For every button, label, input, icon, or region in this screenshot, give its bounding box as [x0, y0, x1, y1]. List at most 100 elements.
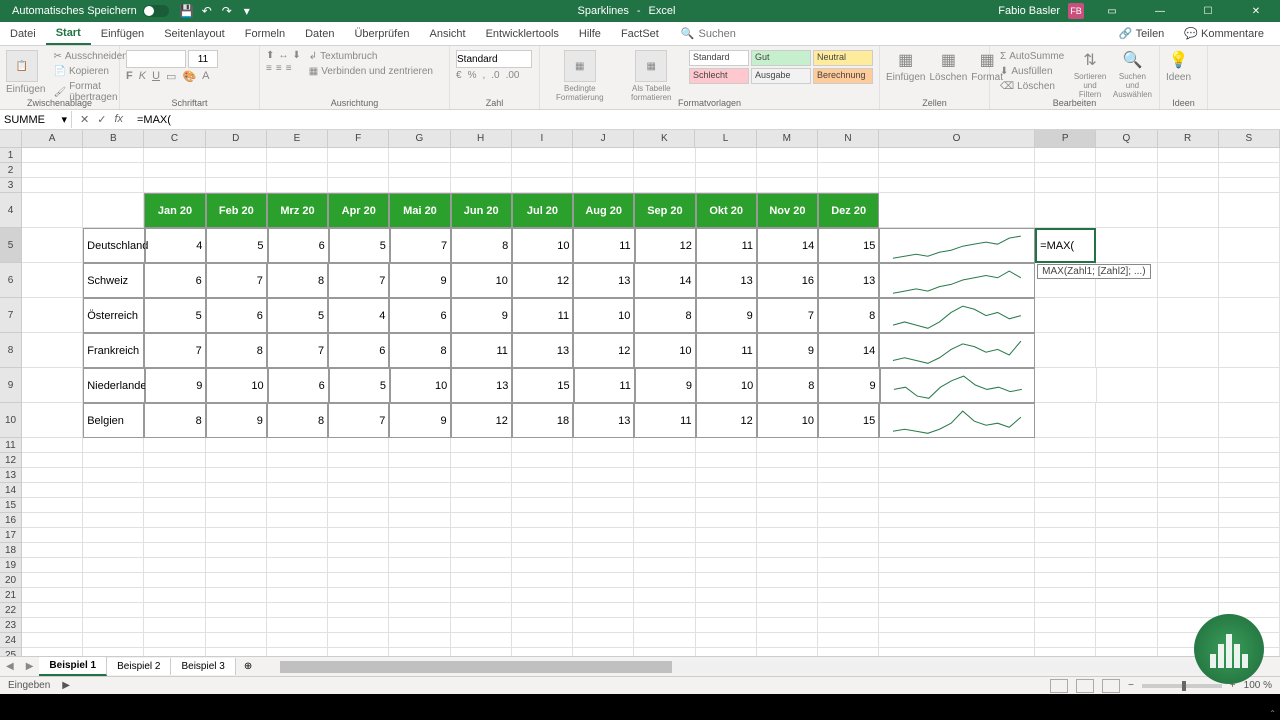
cell-E3[interactable] — [267, 178, 328, 193]
cell-J10[interactable]: 13 — [573, 403, 634, 438]
col-header-F[interactable]: F — [328, 130, 389, 147]
cell-N7[interactable]: 8 — [818, 298, 879, 333]
cell-B1[interactable] — [83, 148, 144, 163]
cell-C21[interactable] — [144, 588, 205, 603]
cell-C17[interactable] — [144, 528, 205, 543]
cell-B14[interactable] — [83, 483, 144, 498]
cell-F19[interactable] — [328, 558, 389, 573]
cell-M14[interactable] — [757, 483, 818, 498]
cell-B3[interactable] — [83, 178, 144, 193]
horizontal-scrollbar[interactable] — [280, 661, 1260, 673]
cell-O15[interactable] — [879, 498, 1035, 513]
minimize-icon[interactable]: — — [1140, 0, 1180, 22]
cell-E24[interactable] — [267, 633, 328, 648]
cell-G14[interactable] — [389, 483, 450, 498]
cell-S1[interactable] — [1219, 148, 1280, 163]
cell-B19[interactable] — [83, 558, 144, 573]
cell-N23[interactable] — [818, 618, 879, 633]
cell-N2[interactable] — [818, 163, 879, 178]
tab-hilfe[interactable]: Hilfe — [569, 24, 611, 44]
cell-O21[interactable] — [879, 588, 1035, 603]
cell-O22[interactable] — [879, 603, 1035, 618]
cell-P1[interactable] — [1035, 148, 1096, 163]
font-size-select[interactable] — [188, 50, 218, 68]
style-neutral[interactable]: Neutral — [813, 50, 873, 66]
cell-M7[interactable]: 7 — [757, 298, 818, 333]
cell-S19[interactable] — [1219, 558, 1280, 573]
align-top-icon[interactable]: ⬆ — [266, 50, 274, 61]
cell-O1[interactable] — [879, 148, 1035, 163]
cell-J23[interactable] — [573, 618, 634, 633]
cell-Q12[interactable] — [1096, 453, 1157, 468]
cell-G7[interactable]: 6 — [389, 298, 450, 333]
cell-Q11[interactable] — [1096, 438, 1157, 453]
cell-F21[interactable] — [328, 588, 389, 603]
col-header-K[interactable]: K — [634, 130, 695, 147]
cell-R8[interactable] — [1158, 333, 1219, 368]
cell-I13[interactable] — [512, 468, 573, 483]
cell-E16[interactable] — [267, 513, 328, 528]
cell-P13[interactable] — [1035, 468, 1096, 483]
cell-F18[interactable] — [328, 543, 389, 558]
row-header-16[interactable]: 16 — [0, 513, 21, 528]
clear-button[interactable]: ⌫ Löschen — [996, 80, 1068, 93]
cell-L23[interactable] — [696, 618, 757, 633]
cell-P9[interactable] — [1035, 368, 1096, 403]
cell-M5[interactable]: 14 — [757, 228, 818, 263]
cell-E23[interactable] — [267, 618, 328, 633]
cell-P18[interactable] — [1035, 543, 1096, 558]
cell-D4[interactable]: Feb 20 — [206, 193, 267, 228]
cell-H12[interactable] — [451, 453, 512, 468]
align-right-icon[interactable]: ≡ — [286, 63, 292, 74]
tab-seitenlayout[interactable]: Seitenlayout — [154, 24, 235, 44]
cell-G18[interactable] — [389, 543, 450, 558]
col-header-B[interactable]: B — [83, 130, 144, 147]
cell-I10[interactable]: 18 — [512, 403, 573, 438]
comma-icon[interactable]: , — [482, 70, 485, 81]
cell-E25[interactable] — [267, 648, 328, 656]
cell-F3[interactable] — [328, 178, 389, 193]
row-header-12[interactable]: 12 — [0, 453, 21, 468]
cell-H16[interactable] — [451, 513, 512, 528]
cell-C7[interactable]: 5 — [144, 298, 205, 333]
cell-B21[interactable] — [83, 588, 144, 603]
cell-J1[interactable] — [573, 148, 634, 163]
cell-K20[interactable] — [634, 573, 695, 588]
cell-O18[interactable] — [879, 543, 1035, 558]
cell-C25[interactable] — [144, 648, 205, 656]
style-gut[interactable]: Gut — [751, 50, 811, 66]
zoom-level[interactable]: 100 % — [1244, 680, 1272, 691]
cell-E6[interactable]: 8 — [267, 263, 328, 298]
cell-I2[interactable] — [512, 163, 573, 178]
add-sheet-button[interactable]: ⊕ — [236, 661, 260, 672]
cell-J24[interactable] — [573, 633, 634, 648]
font-select[interactable] — [126, 50, 186, 68]
cell-S2[interactable] — [1219, 163, 1280, 178]
row-header-20[interactable]: 20 — [0, 573, 21, 588]
cell-O13[interactable] — [879, 468, 1035, 483]
cell-Q15[interactable] — [1096, 498, 1157, 513]
cell-B5[interactable]: Deutschland — [83, 228, 145, 263]
save-icon[interactable]: 💾 — [179, 3, 195, 19]
percent-icon[interactable]: % — [468, 70, 477, 81]
cell-H22[interactable] — [451, 603, 512, 618]
cell-N16[interactable] — [818, 513, 879, 528]
cell-K10[interactable]: 11 — [634, 403, 695, 438]
border-button[interactable]: ▭ — [166, 70, 176, 83]
cell-S21[interactable] — [1219, 588, 1280, 603]
cell-K19[interactable] — [634, 558, 695, 573]
cell-S4[interactable] — [1219, 193, 1280, 228]
cell-G10[interactable]: 9 — [389, 403, 450, 438]
cell-M24[interactable] — [757, 633, 818, 648]
cell-D19[interactable] — [206, 558, 267, 573]
view-break-icon[interactable] — [1102, 679, 1120, 693]
cell-Q2[interactable] — [1096, 163, 1157, 178]
cell-J3[interactable] — [573, 178, 634, 193]
cell-M25[interactable] — [757, 648, 818, 656]
cell-H4[interactable]: Jun 20 — [451, 193, 512, 228]
cell-K6[interactable]: 14 — [634, 263, 695, 298]
cell-S3[interactable] — [1219, 178, 1280, 193]
cell-I25[interactable] — [512, 648, 573, 656]
cell-L10[interactable]: 12 — [696, 403, 757, 438]
align-mid-icon[interactable]: ↔ — [278, 50, 288, 61]
